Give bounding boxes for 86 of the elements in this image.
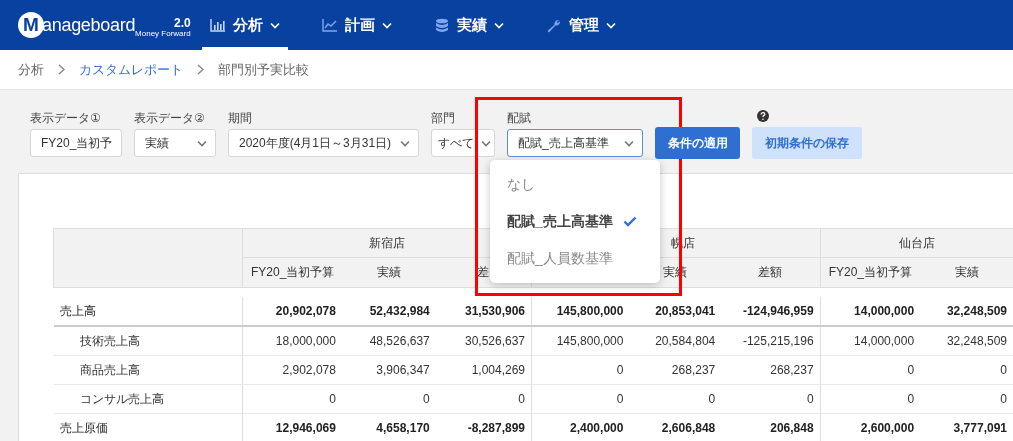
row-label: 売上原価 xyxy=(53,413,243,441)
database-icon xyxy=(434,17,450,33)
column-header: 実績 xyxy=(341,257,436,288)
check-icon xyxy=(622,216,637,227)
select-field[interactable]: FY20_当初予 xyxy=(30,129,122,157)
column-header: FY20_当初予算 xyxy=(242,257,342,288)
nav-tab[interactable]: 計画 xyxy=(314,0,400,50)
filter-label: 表示データ① xyxy=(30,110,101,126)
table-cell: 32,248,509 xyxy=(920,297,1013,326)
select-field[interactable]: すべて xyxy=(431,129,495,157)
table-cell: 268,237 xyxy=(629,355,722,385)
bar-chart-icon xyxy=(210,17,226,33)
table-cell: 14,000,000 xyxy=(820,326,921,356)
table-cell: 0 xyxy=(820,384,921,414)
table-cell: 206,848 xyxy=(721,413,821,441)
table-cell: -8,287,899 xyxy=(435,413,532,441)
table-cell: 0 xyxy=(820,355,921,385)
table-cell: 0 xyxy=(435,384,532,414)
row-label: 技術売上高 xyxy=(53,326,243,356)
select-field[interactable]: 2020年度(4月1日～3月31日) xyxy=(228,129,419,157)
table-cell: 31,530,906 xyxy=(435,297,532,326)
table-cell: 1,004,269 xyxy=(435,355,532,385)
breadcrumb-link[interactable]: カスタムレポート xyxy=(79,60,183,79)
table-cell: 145,800,000 xyxy=(531,326,630,356)
table-cell: 0 xyxy=(721,384,821,414)
table-cell: 0 xyxy=(920,384,1013,414)
nav-tab[interactable]: 管理 xyxy=(538,0,624,50)
select-field[interactable]: 配賦_売上高基準 xyxy=(507,129,643,157)
chevron-right-icon xyxy=(58,64,65,75)
table-cell: 0 xyxy=(242,384,342,414)
table-cell: 3,777,091 xyxy=(920,413,1013,441)
nav-tab[interactable]: 実績 xyxy=(426,0,512,50)
chevron-down-icon xyxy=(606,21,616,29)
table-cell: 0 xyxy=(531,355,630,385)
filter-label: 表示データ② xyxy=(134,110,205,126)
chevron-right-icon xyxy=(197,64,204,75)
chevron-down-icon xyxy=(481,139,491,147)
table-cell: 20,902,078 xyxy=(242,297,342,326)
column-header: 差額 xyxy=(721,257,821,288)
table-cell: -124,946,959 xyxy=(721,297,821,326)
table-cell: 18,000,000 xyxy=(242,326,342,356)
table-cell: 0 xyxy=(531,384,630,414)
column-header: 実績 xyxy=(920,257,1013,288)
menu-option[interactable]: なし xyxy=(490,166,660,203)
row-label: 売上高 xyxy=(53,297,243,326)
table-cell: 0 xyxy=(341,384,436,414)
table-cell: 0 xyxy=(629,384,722,414)
table-cell: -125,215,196 xyxy=(721,326,821,356)
table-cell: 268,237 xyxy=(721,355,821,385)
save-button[interactable]: 初期条件の保存 xyxy=(752,127,862,159)
select-field[interactable]: 実績 xyxy=(134,129,216,157)
table-cell: 2,600,000 xyxy=(820,413,921,441)
breadcrumb-item: 分析 xyxy=(18,60,44,79)
table-cell: 52,432,984 xyxy=(341,297,436,326)
table-cell: 48,526,637 xyxy=(341,326,436,356)
table-cell: 2,902,078 xyxy=(242,355,342,385)
wrench-icon xyxy=(546,17,562,33)
chevron-down-icon xyxy=(400,139,410,147)
table-cell: 30,526,637 xyxy=(435,326,532,356)
table-cell: 14,000,000 xyxy=(820,297,921,326)
chevron-down-icon xyxy=(624,139,634,147)
apply-button[interactable]: 条件の適用 xyxy=(655,127,740,159)
filter-label: 期間 xyxy=(228,110,252,126)
filter-label: 配賦 xyxy=(507,110,531,126)
column-header: FY20_当初予算 xyxy=(820,257,921,288)
line-chart-icon xyxy=(322,17,338,33)
row-label: 商品売上高 xyxy=(53,355,243,385)
table-cell: 145,800,000 xyxy=(531,297,630,326)
table-cell: 20,584,804 xyxy=(629,326,722,356)
breadcrumb-item: 部門別予実比較 xyxy=(218,60,309,79)
table-cell: 2,606,848 xyxy=(629,413,722,441)
chevron-down-icon xyxy=(382,21,392,29)
table-cell: 20,853,041 xyxy=(629,297,722,326)
chevron-down-icon xyxy=(270,21,280,29)
table-cell: 4,658,170 xyxy=(341,413,436,441)
help-icon xyxy=(757,110,769,122)
chevron-down-icon xyxy=(494,21,504,29)
row-label: コンサル売上高 xyxy=(53,384,243,414)
table-cell: 2,400,000 xyxy=(531,413,630,441)
table-cell: 3,906,347 xyxy=(341,355,436,385)
filter-label: 部門 xyxy=(431,110,455,126)
table-cell: 0 xyxy=(920,355,1013,385)
chevron-down-icon xyxy=(197,139,207,147)
table-cell: 32,248,509 xyxy=(920,326,1013,356)
column-group-header: 仙台店 xyxy=(820,228,1013,258)
table-cell: 12,946,069 xyxy=(242,413,342,441)
